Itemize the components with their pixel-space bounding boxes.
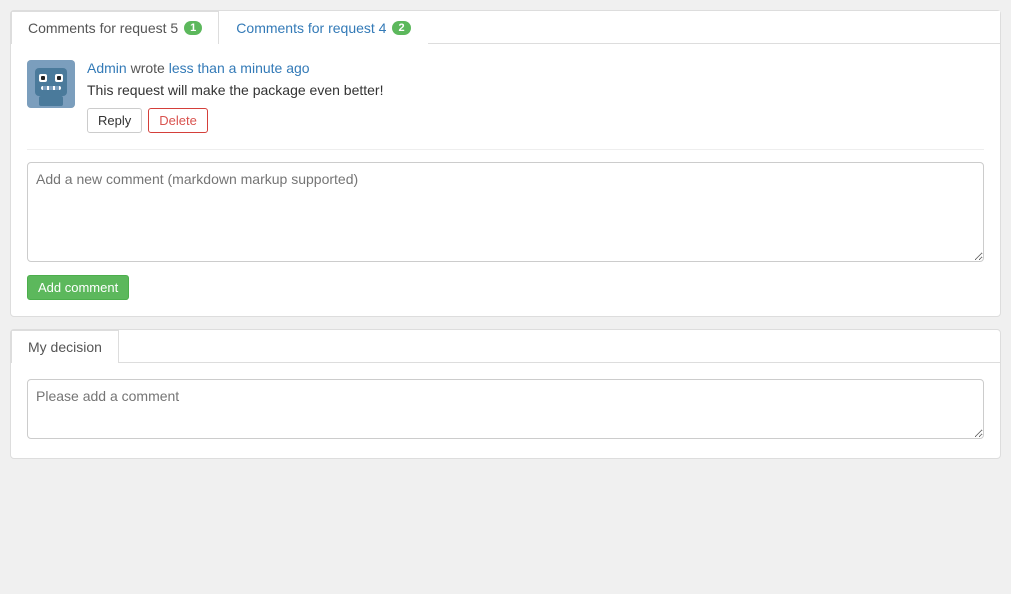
delete-button[interactable]: Delete <box>148 108 208 133</box>
tab2-badge: 2 <box>392 21 410 35</box>
divider <box>27 149 984 150</box>
comment-author-link[interactable]: Admin <box>87 60 127 76</box>
tab-comments-request-4[interactable]: Comments for request 4 2 <box>219 11 427 44</box>
decision-card: My decision <box>10 329 1001 459</box>
comments-card: Comments for request 5 1 Comments for re… <box>10 10 1001 317</box>
page-container: Comments for request 5 1 Comments for re… <box>0 0 1011 594</box>
comment-text: This request will make the package even … <box>87 82 984 98</box>
card-body: Admin wrote less than a minute ago This … <box>11 44 1000 316</box>
comment-actions: Reply Delete <box>87 108 984 133</box>
comment-timestamp: less than a minute ago <box>169 60 310 76</box>
comment-content: Admin wrote less than a minute ago This … <box>87 60 984 133</box>
tab1-badge: 1 <box>184 21 202 35</box>
decision-body <box>11 363 1000 458</box>
avatar <box>27 60 75 108</box>
decision-tab-label: My decision <box>28 339 102 355</box>
tab-comments-request-5[interactable]: Comments for request 5 1 <box>11 11 219 44</box>
decision-textarea[interactable] <box>27 379 984 439</box>
tabs-bar: Comments for request 5 1 Comments for re… <box>11 11 1000 44</box>
new-comment-area: Add comment <box>27 162 984 300</box>
reply-button[interactable]: Reply <box>87 108 142 133</box>
tab-my-decision[interactable]: My decision <box>11 330 119 363</box>
comment-block: Admin wrote less than a minute ago This … <box>27 60 984 133</box>
comment-meta: Admin wrote less than a minute ago <box>87 60 984 76</box>
comment-wrote: wrote <box>131 60 165 76</box>
decision-tabs-bar: My decision <box>11 330 1000 363</box>
tab1-label: Comments for request 5 <box>28 20 178 36</box>
tab2-label: Comments for request 4 <box>236 20 386 36</box>
add-comment-button[interactable]: Add comment <box>27 275 129 300</box>
new-comment-textarea[interactable] <box>27 162 984 262</box>
